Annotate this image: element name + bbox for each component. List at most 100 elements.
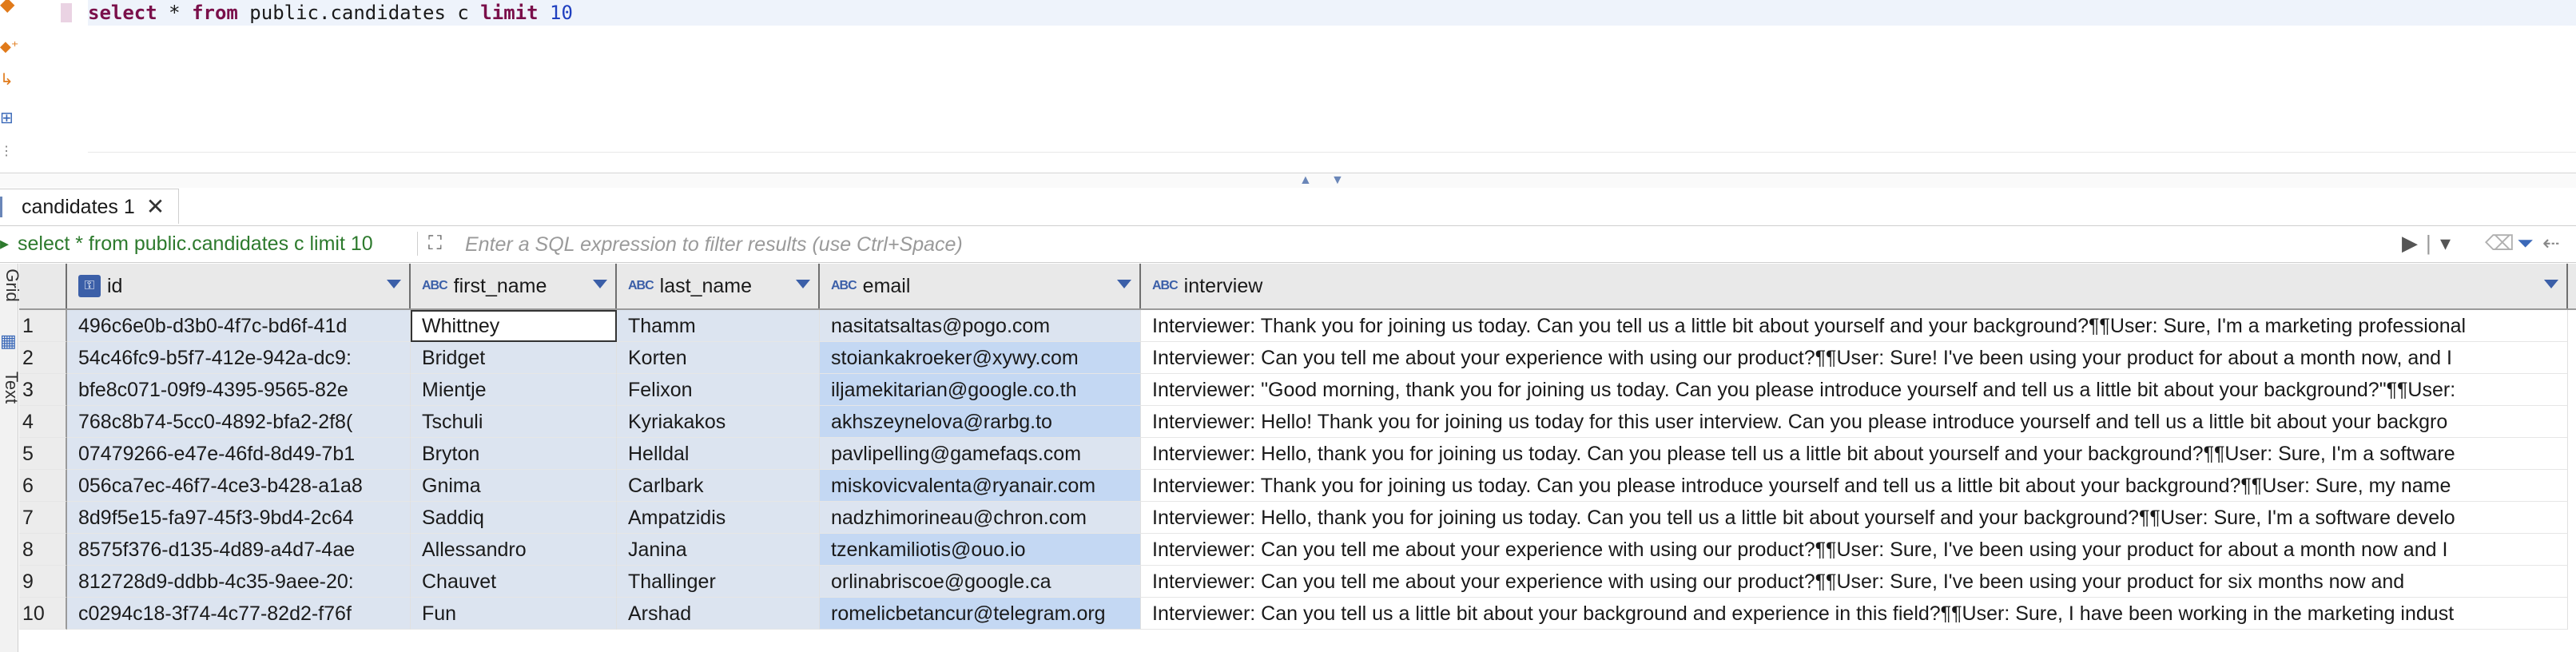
last-name-cell[interactable]: Helldal [617, 438, 820, 470]
filter-settings-icon[interactable]: ⇠ [2542, 230, 2560, 256]
more-icon[interactable]: ⋮ [0, 141, 13, 163]
first-name-cell[interactable]: Fun [411, 598, 617, 630]
email-cell[interactable]: miskovicvalenta@ryanair.com [820, 470, 1141, 502]
column-header-interview[interactable]: ABC interview [1141, 264, 2568, 308]
table-row[interactable]: 6 056ca7ec-46f7-4ce3-b428-a1a8 Gnima Carlba… [19, 470, 2576, 502]
id-cell[interactable]: 07479266-e47e-46fd-8d49-7b1 [67, 438, 411, 470]
clear-filter-icon[interactable]: ⌫ [2485, 230, 2514, 256]
email-cell[interactable]: tzenkamiliotis@ouo.io [820, 534, 1141, 566]
first-name-cell[interactable]: Tschuli [411, 406, 617, 438]
row-number-cell[interactable]: 5 [19, 438, 67, 470]
interview-cell[interactable]: Interviewer: Can you tell me about your … [1141, 534, 2568, 566]
explain-plan-icon[interactable]: ↳ [0, 69, 14, 91]
sort-filter-icon[interactable] [796, 280, 810, 288]
sort-filter-icon[interactable] [593, 280, 607, 288]
interview-cell[interactable]: Interviewer: "Good morning, thank you fo… [1141, 374, 2568, 406]
last-name-cell[interactable]: Carlbark [617, 470, 820, 502]
execute-icon[interactable]: ◆ [0, 0, 14, 16]
first-name-cell[interactable]: Chauvet [411, 566, 617, 598]
interview-cell[interactable]: Interviewer: Hello! Thank you for joinin… [1141, 406, 2568, 438]
email-cell[interactable]: stoiankakroeker@xywy.com [820, 342, 1141, 374]
email-cell[interactable]: romelicbetancur@telegram.org [820, 598, 1141, 630]
column-header-last-name[interactable]: ABC last_name [617, 264, 820, 308]
email-cell[interactable]: iljamekitarian@google.co.th [820, 374, 1141, 406]
interview-cell[interactable]: Interviewer: Hello, thank you for joinin… [1141, 502, 2568, 534]
filter-input[interactable] [463, 229, 2384, 260]
id-cell[interactable]: 54c46fc9-b5f7-412e-942a-dc9: [67, 342, 411, 374]
results-grid[interactable]: ⚿ id ABC first_name ABC last_name ABC email ABC i… [19, 264, 2576, 652]
first-name-cell[interactable]: Mientje [411, 374, 617, 406]
interview-cell[interactable]: Interviewer: Thank you for joining us to… [1141, 310, 2568, 342]
email-cell[interactable]: nasitatsaltas@pogo.com [820, 310, 1141, 342]
execute-script-icon[interactable]: ◆⁺ [0, 35, 18, 58]
id-cell[interactable]: bfe8c071-09f9-4395-9565-82e [67, 374, 411, 406]
filter-history-icon[interactable]: ▾ [2440, 230, 2451, 256]
sql-editor[interactable]: ◆ ◆⁺ ↳ ⊞ ⋮ select * from public.candidat… [0, 0, 2576, 173]
row-number-cell[interactable]: 2 [19, 342, 67, 374]
row-number-cell[interactable]: 4 [19, 406, 67, 438]
email-cell[interactable]: nadzhimorineau@chron.com [820, 502, 1141, 534]
load-plan-icon[interactable]: ⊞ [0, 107, 14, 129]
row-number-cell[interactable]: 9 [19, 566, 67, 598]
row-number-cell[interactable]: 8 [19, 534, 67, 566]
table-row[interactable]: 8 8575f376-d135-4d89-a4d7-4ae Allessandro J… [19, 534, 2576, 566]
table-row[interactable]: 9 812728d9-ddbb-4c35-9aee-20: Chauvet Thall… [19, 566, 2576, 598]
first-name-cell[interactable]: Whittney [411, 310, 617, 342]
last-name-cell[interactable]: Arshad [617, 598, 820, 630]
interview-cell[interactable]: Interviewer: Hello, thank you for joinin… [1141, 438, 2568, 470]
sort-filter-icon[interactable] [1117, 280, 1131, 288]
id-cell[interactable]: 056ca7ec-46f7-4ce3-b428-a1a8 [67, 470, 411, 502]
first-name-cell[interactable]: Bridget [411, 342, 617, 374]
row-number-header[interactable] [19, 264, 67, 308]
tab-candidates-1[interactable]: candidates 1 ✕ [0, 189, 179, 224]
column-header-id[interactable]: ⚿ id [67, 264, 411, 308]
table-row[interactable]: 10 c0294c18-3f74-4c77-82d2-f76f Fun Arshad r… [19, 598, 2576, 630]
last-name-cell[interactable]: Janina [617, 534, 820, 566]
last-name-cell[interactable]: Thallinger [617, 566, 820, 598]
first-name-cell[interactable]: Bryton [411, 438, 617, 470]
id-cell[interactable]: 8575f376-d135-4d89-a4d7-4ae [67, 534, 411, 566]
interview-cell[interactable]: Interviewer: Can you tell me about your … [1141, 342, 2568, 374]
interview-cell[interactable]: Interviewer: Thank you for joining us to… [1141, 470, 2568, 502]
first-name-cell[interactable]: Allessandro [411, 534, 617, 566]
table-row[interactable]: 7 8d9f5e15-fa97-45f3-9bd4-2c64 Saddiq Ampat… [19, 502, 2576, 534]
apply-filter-icon[interactable]: ▶ [2402, 230, 2418, 256]
interview-cell[interactable]: Interviewer: Can you tell me about your … [1141, 566, 2568, 598]
table-row[interactable]: 3 bfe8c071-09f9-4395-9565-82e Mientje Felix… [19, 374, 2576, 406]
email-cell[interactable]: akhszeynelova@rarbg.to [820, 406, 1141, 438]
email-cell[interactable]: orlinabriscoe@google.ca [820, 566, 1141, 598]
table-row[interactable]: 5 07479266-e47e-46fd-8d49-7b1 Bryton Hellda… [19, 438, 2576, 470]
sort-filter-icon[interactable] [2544, 280, 2558, 288]
row-number-cell[interactable]: 10 [19, 598, 67, 630]
id-cell[interactable]: 8d9f5e15-fa97-45f3-9bd4-2c64 [67, 502, 411, 534]
collapse-up-icon[interactable]: ▲ [1299, 174, 1312, 187]
id-cell[interactable]: 496c6e0b-d3b0-4f7c-bd6f-41d [67, 310, 411, 342]
expand-editor-icon[interactable]: ⛶ [428, 232, 442, 256]
last-name-cell[interactable]: Thamm [617, 310, 820, 342]
id-cell[interactable]: c0294c18-3f74-4c77-82d2-f76f [67, 598, 411, 630]
first-name-cell[interactable]: Saddiq [411, 502, 617, 534]
email-cell[interactable]: pavlipelling@gamefaqs.com [820, 438, 1141, 470]
column-header-first-name[interactable]: ABC first_name [411, 264, 617, 308]
expand-down-icon[interactable]: ▼ [1331, 174, 1344, 187]
row-number-cell[interactable]: 3 [19, 374, 67, 406]
last-name-cell[interactable]: Ampatzidis [617, 502, 820, 534]
sql-query-line[interactable]: select * from public.candidates c limit … [88, 0, 2576, 26]
table-row[interactable]: 1 496c6e0b-d3b0-4f7c-bd6f-41d Whittney Tham… [19, 310, 2576, 342]
filter-icon[interactable]: ⏷ [2517, 230, 2534, 256]
table-row[interactable]: 4 768c8b74-5cc0-4892-bfa2-2f8(Tschuli Kyri… [19, 406, 2576, 438]
row-number-cell[interactable]: 6 [19, 470, 67, 502]
sort-filter-icon[interactable] [387, 280, 401, 288]
close-icon[interactable]: ✕ [146, 189, 165, 225]
last-name-cell[interactable]: Felixon [617, 374, 820, 406]
row-number-cell[interactable]: 1 [19, 310, 67, 342]
first-name-cell[interactable]: Gnima [411, 470, 617, 502]
last-name-cell[interactable]: Korten [617, 342, 820, 374]
column-header-email[interactable]: ABC email [820, 264, 1141, 308]
table-row[interactable]: 2 54c46fc9-b5f7-412e-942a-dc9: Bridget Kort… [19, 342, 2576, 374]
panel-splitter[interactable]: ▲ ▼ [0, 173, 2576, 188]
row-number-cell[interactable]: 7 [19, 502, 67, 534]
id-cell[interactable]: 812728d9-ddbb-4c35-9aee-20: [67, 566, 411, 598]
interview-cell[interactable]: Interviewer: Can you tell us a little bi… [1141, 598, 2568, 630]
id-cell[interactable]: 768c8b74-5cc0-4892-bfa2-2f8( [67, 406, 411, 438]
